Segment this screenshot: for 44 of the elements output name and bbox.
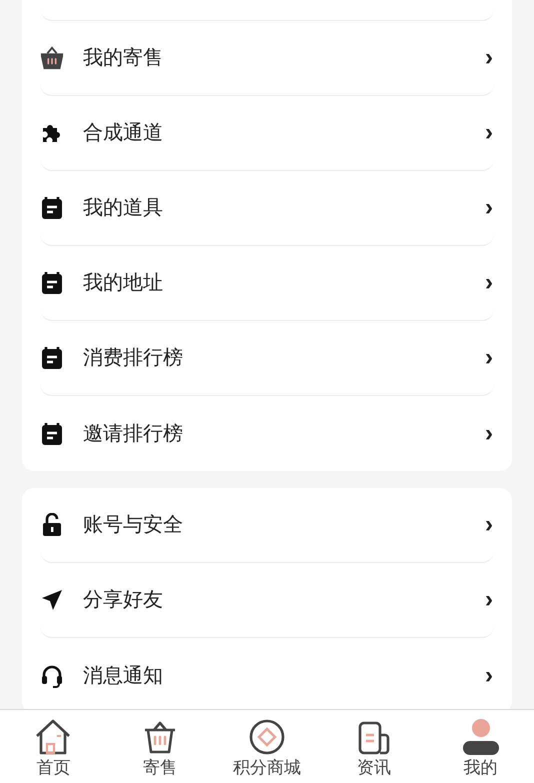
chevron-icon: › (485, 346, 493, 370)
menu-label: 消息通知 (83, 664, 164, 688)
chevron-icon: › (485, 422, 493, 446)
tab-label[interactable]: 我的 (464, 755, 498, 781)
menu-item[interactable]: 分享好友 › (40, 563, 494, 638)
menu-item[interactable]: 账号与安全 › (40, 488, 494, 563)
chevron-icon: › (485, 46, 493, 70)
tab-label[interactable]: 资讯 (356, 755, 391, 781)
calendar-icon (41, 346, 63, 370)
chevron-icon: › (485, 588, 493, 612)
chevron-icon: › (485, 513, 493, 537)
menu-label: 我的寄售 (83, 46, 164, 71)
home-icon (35, 719, 72, 755)
menu-item[interactable]: 合成通道 › (40, 96, 494, 171)
send-icon (41, 589, 63, 611)
menu-label: 邀请排行榜 (83, 422, 184, 446)
headset-icon (41, 664, 63, 688)
menu-item[interactable]: 消费排行榜 › (40, 321, 494, 396)
chevron-icon: › (485, 664, 493, 688)
chevron-icon: › (485, 121, 493, 145)
menu-item[interactable]: 我的道具 › (40, 171, 494, 246)
calendar-icon (41, 271, 63, 295)
chevron-icon: › (485, 271, 493, 295)
tab-label[interactable]: 寄售 (143, 755, 178, 781)
person-icon (462, 719, 499, 755)
tab-label[interactable]: 积分商城 (232, 755, 301, 781)
basket-icon (40, 45, 64, 71)
coin-icon (248, 719, 285, 755)
menu-item[interactable]: 消息通知 › (40, 638, 494, 709)
menu-item[interactable]: 我的地址 › (40, 246, 494, 321)
menu-label: 我的道具 (83, 196, 164, 221)
calendar-icon (41, 422, 63, 446)
menu-label: 合成通道 (83, 121, 164, 146)
news-icon (358, 721, 390, 755)
menu-label: 我的地址 (83, 271, 164, 296)
tab-label[interactable]: 首页 (36, 755, 70, 781)
chevron-icon: › (485, 196, 493, 220)
menu-item[interactable]: 我的寄售 › (40, 21, 494, 96)
lock-icon (42, 513, 62, 537)
menu-label: 账号与安全 (83, 513, 184, 538)
calendar-icon (41, 196, 63, 220)
menu-label: 分享好友 (83, 588, 164, 613)
menu-label: 消费排行榜 (83, 346, 184, 371)
menu-item[interactable]: 邀请排行榜 › (40, 396, 494, 471)
